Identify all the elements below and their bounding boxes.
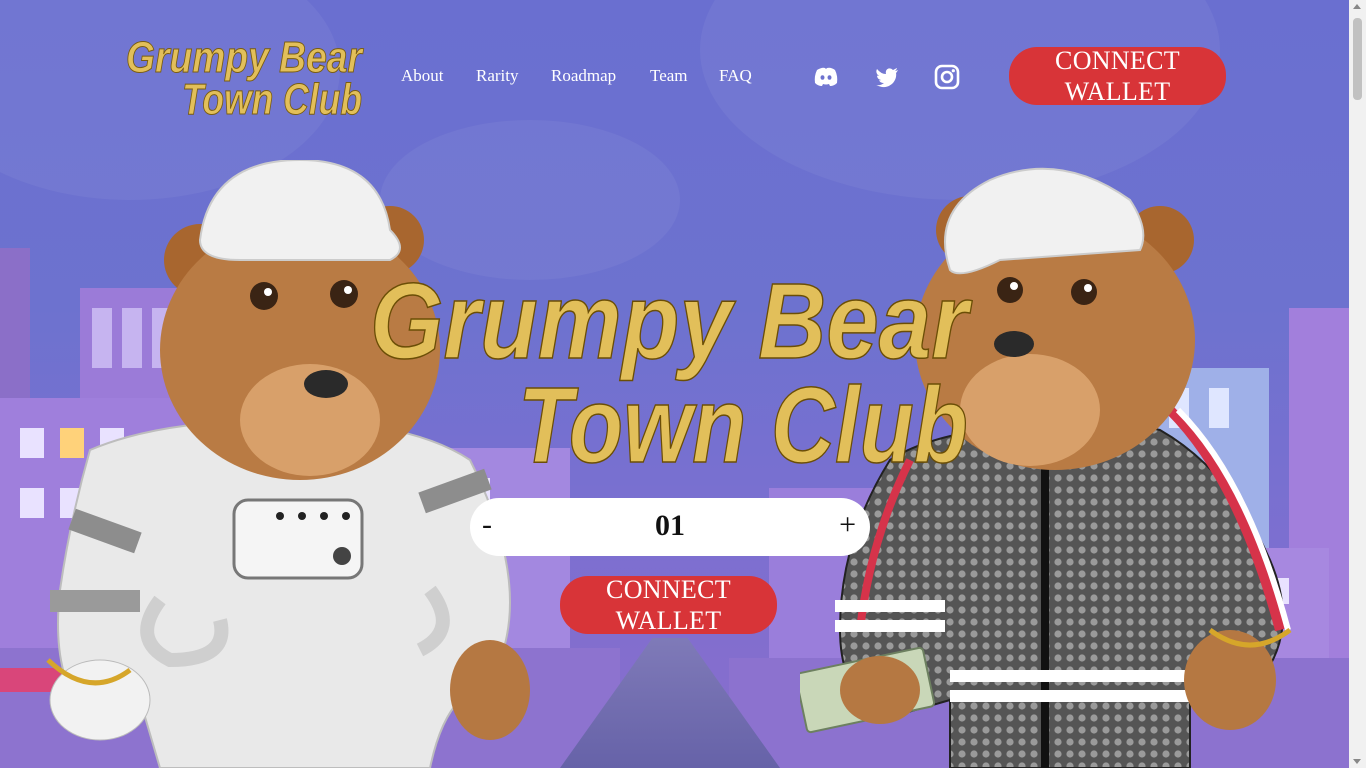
nav-roadmap[interactable]: Roadmap: [551, 66, 616, 86]
hero-connect-label-line-1: CONNECT: [606, 575, 731, 604]
mint-quantity-value: 01: [655, 509, 685, 542]
nav-about[interactable]: About: [401, 66, 444, 86]
hero-connect-label-line-2: WALLET: [615, 606, 722, 635]
hero-title-line-2: Town Club: [518, 364, 968, 472]
mint-quantity-stepper: - 01 +: [470, 498, 870, 556]
nav-team[interactable]: Team: [650, 66, 688, 86]
nav-rarity[interactable]: Rarity: [476, 66, 519, 86]
header-connect-wallet-button[interactable]: CONNECT WALLET: [1009, 46, 1226, 106]
hero-title: Grumpy Bear Town Club: [369, 259, 980, 486]
instagram-icon[interactable]: [934, 64, 960, 90]
hero-connect-wallet-button[interactable]: CONNECT WALLET: [560, 575, 777, 635]
increase-quantity-button[interactable]: +: [839, 508, 856, 542]
nav-faq[interactable]: FAQ: [719, 66, 752, 86]
scroll-down-icon[interactable]: [1353, 759, 1361, 764]
discord-icon[interactable]: [813, 64, 839, 90]
page-scrollbar[interactable]: [1349, 0, 1366, 768]
scroll-up-icon[interactable]: [1353, 4, 1361, 9]
connect-label-line-2: WALLET: [1064, 77, 1171, 106]
scrollbar-thumb[interactable]: [1353, 18, 1362, 100]
twitter-icon[interactable]: [874, 64, 900, 90]
connect-label-line-1: CONNECT: [1055, 46, 1180, 75]
site-logo[interactable]: Grumpy Bear Town Club: [126, 32, 371, 125]
logo-line-2: Town Club: [182, 75, 362, 120]
